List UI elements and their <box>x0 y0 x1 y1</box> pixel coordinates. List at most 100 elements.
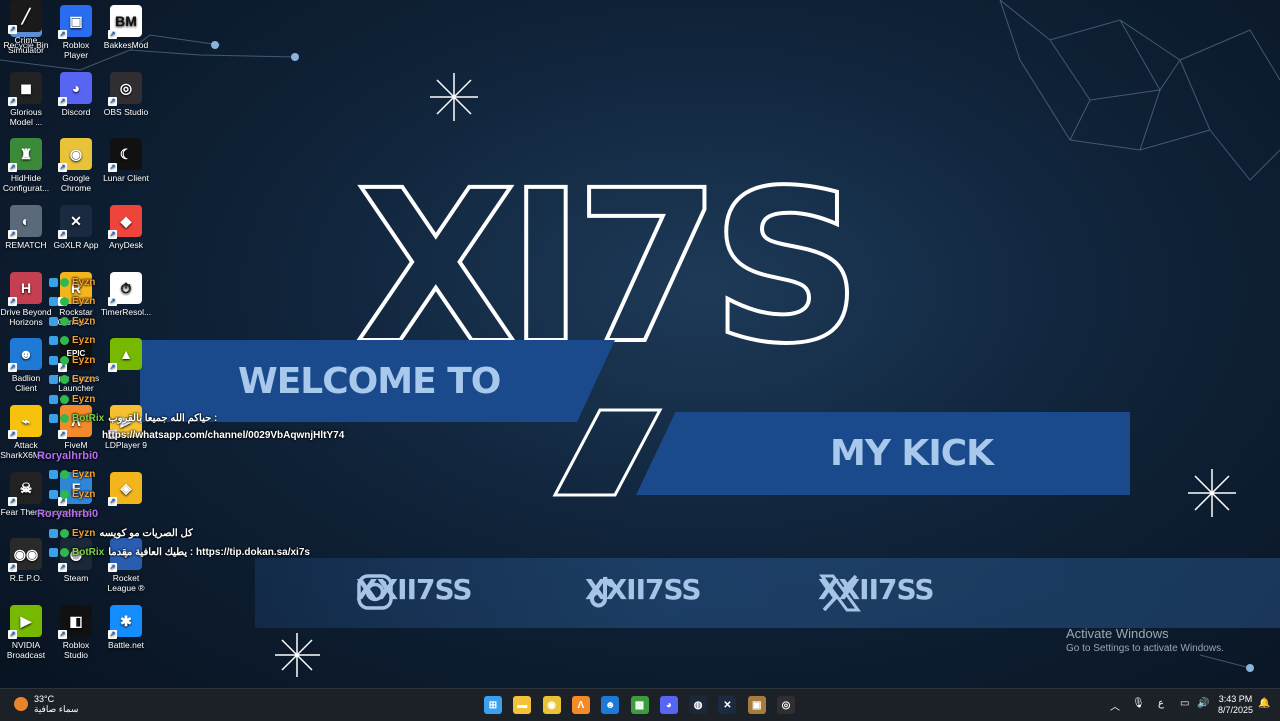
start-icon[interactable]: ⊞ <box>484 696 502 714</box>
discord-icon[interactable]: ◕ <box>659 696 678 714</box>
shortcut-arrow-icon: ↗ <box>8 230 17 239</box>
shortcut-arrow-icon: ↗ <box>8 297 17 306</box>
lunar-client-icon: ☾ ↗ <box>108 138 142 172</box>
chat-message: Eyzn كل الصريات مو كويسه <box>49 528 193 539</box>
desktop-icon[interactable]: H ↗ Drive Beyond Horizons <box>0 272 52 327</box>
desktop-icon[interactable]: ▣ ↗ Roblox Player <box>50 5 102 60</box>
microphone-icon[interactable]: 🎙 <box>1132 698 1145 709</box>
social-tiktok: XXII7SS <box>585 573 702 608</box>
chat-username: BotRix <box>72 547 105 558</box>
verified-badge-icon <box>60 296 69 306</box>
network-icon[interactable]: ▭ <box>1180 698 1189 709</box>
app-icon: ◈ ↗ <box>108 472 142 506</box>
badlion-icon[interactable]: ☻ <box>601 696 620 714</box>
chat-username: Roryalhrbi0 <box>37 508 99 520</box>
tiktok-icon <box>590 576 617 608</box>
social-x: XXII7SS <box>818 573 935 612</box>
mouse-icon: ◼ ↗ <box>8 72 42 106</box>
chat-username: Eyzn <box>72 394 96 405</box>
kick-label: MY KICK <box>830 433 994 474</box>
shortcut-arrow-icon: ↗ <box>8 630 17 639</box>
desktop-icon[interactable]: ◉ ↗ Google Chrome <box>50 138 102 193</box>
desktop-icon[interactable]: ◼ ↗ Glorious Model ... <box>0 72 52 127</box>
desktop-icon[interactable]: ☾ ↗ Lunar Client <box>100 138 152 183</box>
shortcut-arrow-icon: ↗ <box>108 497 117 506</box>
shortcut-arrow-icon: ↗ <box>108 97 117 106</box>
notification-icon[interactable]: 🔔 <box>1258 698 1270 709</box>
chat-username: Eyzn <box>72 296 96 307</box>
desktop-icon[interactable]: ▲ ↗ <box>100 338 152 373</box>
desktop-icon[interactable]: BM ↗ BakkesMod <box>100 5 152 50</box>
x-icon <box>819 574 861 612</box>
desktop-icon[interactable]: ▶ ↗ NVIDIA Broadcast <box>0 605 52 660</box>
clock[interactable]: 3:43 PM 8/7/2025 <box>1218 694 1253 716</box>
battlenet-icon: ✱ ↗ <box>108 605 142 639</box>
desktop-icon[interactable]: ✕ ↗ GoXLR App <box>50 205 102 250</box>
desktop-icon[interactable]: ◧ ↗ Roblox Studio <box>50 605 102 660</box>
desktop-icon-label: Battle.net <box>108 640 144 650</box>
desktop-icon[interactable]: ◆ ↗ AnyDesk <box>100 205 152 250</box>
chevron-up-icon[interactable]: ︿ <box>1110 698 1120 713</box>
desktop-icon-label: REMATCH <box>5 240 47 250</box>
desktop-icon[interactable]: ✱ ↗ Battle.net <box>100 605 152 650</box>
desktop-icon-label: Google Chrome <box>60 173 92 193</box>
language-indicator[interactable]: ع <box>1158 698 1164 709</box>
shortcut-arrow-icon: ↗ <box>108 163 117 172</box>
drive-beyond-icon: H ↗ <box>8 272 42 306</box>
shortcut-arrow-icon: ↗ <box>58 430 67 439</box>
desktop-wallpaper: XI7S WELCOME TO MY KICK XXII7SS XXII7SS … <box>0 0 1280 688</box>
desktop-icon[interactable]: ◎ ↗ OBS Studio <box>100 72 152 117</box>
desktop-icon[interactable]: ▶ ↗ LDPlayer 9 <box>100 405 152 450</box>
chat-badge-icon <box>49 413 58 423</box>
fivem-icon[interactable]: Λ <box>571 696 590 714</box>
verified-badge-icon <box>60 528 69 538</box>
desktop-icon-label: NVIDIA Broadcast <box>6 640 46 660</box>
clock-date: 8/7/2025 <box>1218 705 1254 715</box>
desktop-icon[interactable]: ☻ ↗ Badlion Client <box>0 338 52 393</box>
shortcut-arrow-icon: ↗ <box>8 363 17 372</box>
chrome-icon[interactable]: ◉ <box>542 696 561 714</box>
desktop-icon[interactable]: ╱ ↗ Crime Simulator <box>0 0 52 55</box>
hidhide-icon: ♜ ↗ <box>8 138 42 172</box>
goxlr-icon[interactable]: ✕ <box>718 696 737 714</box>
desktop-icon-label: Crime Simulator <box>8 35 44 55</box>
desktop-icon[interactable]: ◍ ↗ Steam <box>50 538 102 583</box>
file-explorer-icon[interactable]: ▬ <box>513 696 532 714</box>
shortcut-arrow-icon: ↗ <box>58 30 67 39</box>
chat-username: Roryalhrbi0 <box>37 450 99 462</box>
rematch-icon: ◐ ↗ <box>8 205 42 239</box>
chrome-icon: ◉ ↗ <box>58 138 92 172</box>
desktop-icon[interactable]: ♜ ↗ HidHide Configurat... <box>0 138 52 193</box>
weather-widget[interactable]: 33°C سماء صافية <box>14 694 78 714</box>
volume-icon[interactable]: 🔊 <box>1197 698 1209 709</box>
desktop-icon[interactable]: ◕ ↗ Discord <box>50 72 102 117</box>
chat-username: Eyzn <box>72 335 96 346</box>
shortcut-arrow-icon: ↗ <box>108 563 117 572</box>
clock-time: 3:43 PM <box>1218 694 1253 704</box>
chat-message: Eyzn <box>49 335 95 346</box>
desktop-icon[interactable]: Λ ↗ FiveM <box>50 405 102 450</box>
activate-windows-watermark: Activate Windows Go to Settings to activ… <box>1066 626 1224 654</box>
desktop-icon[interactable]: ⏱ ↗ TimerResol... <box>100 272 152 317</box>
goxlr-icon: ✕ ↗ <box>58 205 92 239</box>
chat-message: BotRix يطيك العافية مقدما : https://tip.d… <box>49 547 310 558</box>
chat-badge-icon <box>49 355 58 365</box>
verified-badge-icon <box>60 413 69 423</box>
minecraft-icon[interactable]: ▩ <box>630 696 649 714</box>
steam-icon[interactable]: ◍ <box>689 696 708 714</box>
desktop-icon[interactable]: ◐ ↗ REMATCH <box>0 205 52 250</box>
welcome-banner: WELCOME TO <box>140 340 615 422</box>
shortcut-arrow-icon: ↗ <box>108 30 117 39</box>
verified-badge-icon <box>60 374 69 384</box>
chat-badge-icon <box>49 528 58 538</box>
desktop-icon[interactable]: ◉◉ ↗ R.E.P.O. <box>0 538 52 583</box>
chat-username: Eyzn <box>72 374 96 385</box>
desktop-icon-label: BakkesMod <box>103 40 149 50</box>
desktop-icon-label: Glorious Model ... <box>9 107 43 127</box>
obs-icon[interactable]: ◎ <box>777 696 795 714</box>
shortcut-arrow-icon: ↗ <box>8 163 17 172</box>
box-icon[interactable]: ▣ <box>747 696 766 714</box>
desktop-icon[interactable]: ◈ ↗ <box>100 472 152 507</box>
desktop-icon-label: Badlion Client <box>11 373 41 393</box>
shortcut-arrow-icon: ↗ <box>108 630 117 639</box>
